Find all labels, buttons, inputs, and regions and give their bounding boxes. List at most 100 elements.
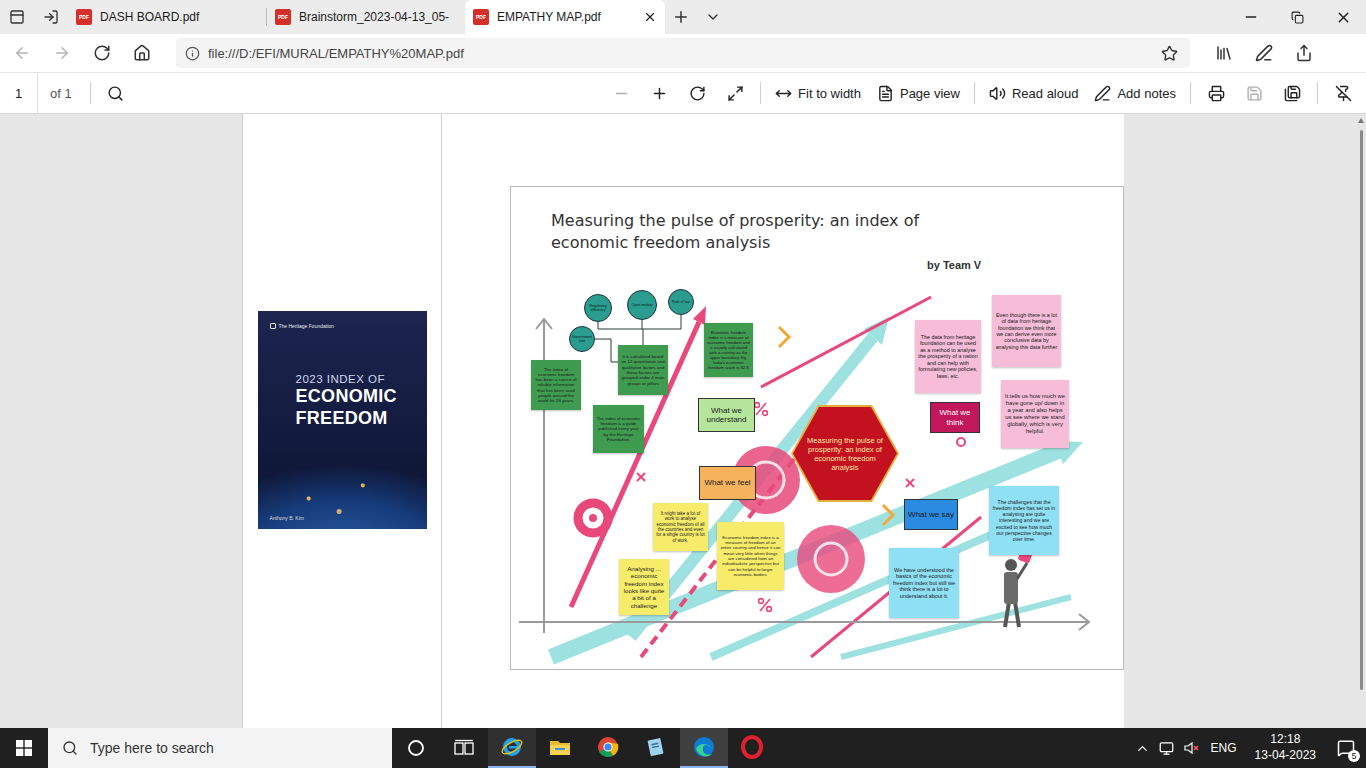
publisher-logo-icon: [270, 323, 276, 329]
print-icon: [1208, 85, 1225, 102]
back-button[interactable]: [2, 37, 42, 69]
input-language[interactable]: ENG: [1203, 741, 1245, 755]
search-button[interactable]: [97, 77, 135, 109]
mural-title-line: economic freedom analysis: [551, 233, 919, 252]
pdf-file-icon: PDF: [473, 9, 489, 25]
address-bar: file:///D:/EFI/MURAL/EMPATHY%20MAP.pdf: [0, 34, 1366, 72]
scrollbar-thumb[interactable]: [1360, 130, 1363, 690]
cover-title-line: FREEDOM: [296, 408, 415, 429]
fullscreen-button[interactable]: [716, 77, 754, 109]
page-view-button[interactable]: Page view: [869, 77, 968, 109]
notepad-taskbar-button[interactable]: [632, 728, 680, 768]
fit-icon: [775, 85, 792, 102]
network-button[interactable]: [1155, 728, 1179, 768]
task-view-button[interactable]: [440, 728, 488, 768]
workspace-button[interactable]: [34, 0, 68, 34]
tab-actions-button[interactable]: [0, 0, 34, 34]
favorites-button[interactable]: [1204, 37, 1244, 69]
file-explorer-icon: [548, 735, 572, 759]
close-tab-icon[interactable]: [643, 10, 657, 24]
refresh-button[interactable]: [82, 37, 122, 69]
taskbar-search[interactable]: Type here to search: [48, 728, 392, 768]
browser-tab[interactable]: PDFBrainstorm_2023-04-13_05-: [267, 0, 465, 34]
favorite-star-icon[interactable]: [1161, 45, 1178, 62]
percent-mark: [759, 599, 772, 612]
ie-taskbar-button[interactable]: [488, 728, 536, 768]
cover-title-line: ECONOMIC: [296, 386, 415, 407]
refresh-icon: [93, 44, 111, 62]
browser-tab[interactable]: PDF EMPATHY MAP.pdf: [465, 0, 665, 34]
empathy-map-mural: Measuring the pulse of prosperity: an in…: [510, 186, 1124, 670]
volume-muted-icon: [1183, 740, 1199, 756]
info-icon[interactable]: [185, 46, 200, 61]
volume-button[interactable]: [1179, 728, 1203, 768]
share-button[interactable]: [1284, 37, 1324, 69]
teal-arrows: [551, 317, 1083, 657]
mural-column: Measuring the pulse of prosperity: an in…: [442, 114, 1124, 728]
cortana-button[interactable]: [392, 728, 440, 768]
scroll-up-arrow[interactable]: [1358, 118, 1364, 123]
search-icon: [107, 85, 124, 102]
cover-author: Anthony B. Kim: [270, 515, 415, 521]
cover-publisher: The Heritage Foundation: [270, 323, 415, 329]
cover-column: The Heritage Foundation 2023 INDEX OFECON…: [242, 114, 442, 728]
zoom-in-icon: [651, 85, 668, 102]
forward-button[interactable]: [42, 37, 82, 69]
save-button[interactable]: [1235, 77, 1273, 109]
clock[interactable]: 12:1813-04-2023: [1245, 732, 1326, 763]
opera-taskbar-button[interactable]: [728, 728, 776, 768]
minimize-icon: [1243, 9, 1259, 25]
restore-button[interactable]: [1274, 0, 1320, 34]
pdf-file-icon: PDF: [76, 9, 92, 25]
search-placeholder: Type here to search: [90, 740, 214, 756]
sticky-note: The challenges that the freedom index ha…: [989, 486, 1059, 555]
notifications-button[interactable]: 5: [1326, 728, 1366, 768]
pdf-viewer: The Heritage Foundation 2023 INDEX OFECON…: [0, 114, 1366, 728]
edge-taskbar-button[interactable]: [680, 728, 728, 768]
cover-title-line: 2023 INDEX OF: [296, 373, 415, 385]
browser-tab[interactable]: PDFDASH BOARD.pdf: [68, 0, 266, 34]
zoom-out-icon: [613, 85, 630, 102]
home-button[interactable]: [122, 37, 162, 69]
close-window-button[interactable]: [1320, 0, 1366, 34]
chrome-taskbar-button[interactable]: [584, 728, 632, 768]
zoom-in-button[interactable]: [640, 77, 678, 109]
new-tab-button[interactable]: [665, 0, 697, 34]
person-figure: [1004, 545, 1034, 627]
toolbar-separator: [1317, 82, 1318, 104]
url-field[interactable]: file:///D:/EFI/MURAL/EMPATHY%20MAP.pdf: [176, 38, 1190, 68]
zoom-out-button[interactable]: [602, 77, 640, 109]
start-button[interactable]: [0, 728, 48, 768]
hidden-icons-button[interactable]: [1131, 728, 1155, 768]
edge-browser-window: PDFDASH BOARD.pdfPDFBrainstorm_2023-04-1…: [0, 0, 1366, 768]
clock-time: 12:18: [1270, 732, 1300, 748]
tab-list-button[interactable]: [697, 0, 729, 34]
pillar-circle: Regulatory efficiency: [584, 294, 612, 322]
print-button[interactable]: [1197, 77, 1235, 109]
add-notes-button[interactable]: Add notes: [1086, 77, 1184, 109]
back-icon: [13, 44, 31, 62]
home-icon: [133, 44, 151, 62]
explorer-taskbar-button[interactable]: [536, 728, 584, 768]
pillar-circle: Open market: [627, 290, 657, 320]
notepad-icon: [644, 735, 668, 759]
save-as-button[interactable]: [1273, 77, 1311, 109]
web-capture-button[interactable]: [1244, 37, 1284, 69]
pdf-page: The Heritage Foundation 2023 INDEX OFECON…: [242, 114, 1124, 728]
tab-label: EMPATHY MAP.pdf: [497, 10, 635, 24]
minimize-button[interactable]: [1228, 0, 1274, 34]
fit-button[interactable]: Fit to width: [767, 77, 869, 109]
pillar-circle: Rule of law: [668, 289, 694, 315]
sticky-note: It is calculated based on 12 quantitativ…: [618, 345, 668, 395]
page-count: of 1: [38, 86, 84, 101]
plus-icon: [672, 8, 690, 26]
restore-icon: [1291, 11, 1304, 24]
pin-button[interactable]: [1324, 77, 1362, 109]
rotate-button[interactable]: [678, 77, 716, 109]
page-number-field[interactable]: 1: [0, 73, 38, 113]
sticky-note: Analysing ... economic freedom index loo…: [619, 559, 669, 615]
clock-date: 13-04-2023: [1255, 748, 1316, 764]
quadrant-label: What we feel: [699, 466, 756, 500]
sticky-note: The data from heritage foundation can be…: [915, 320, 981, 393]
read-aloud-button[interactable]: Read aloud: [981, 77, 1087, 109]
